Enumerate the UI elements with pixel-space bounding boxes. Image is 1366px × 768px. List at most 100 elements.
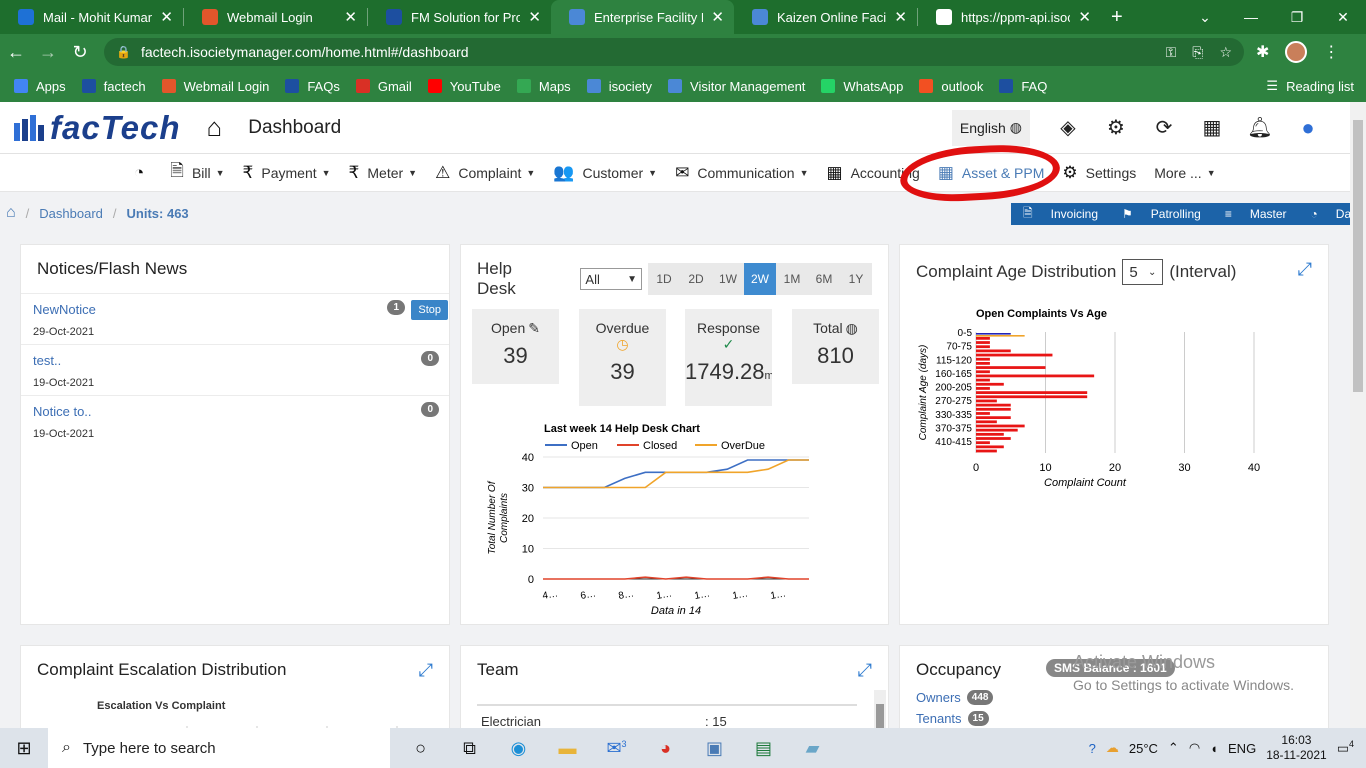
browser-tab[interactable]: Webmail Login ✕ bbox=[184, 0, 367, 34]
range-6m[interactable]: 6M bbox=[808, 263, 840, 295]
home-icon[interactable]: ⌂ bbox=[207, 112, 223, 143]
taskbar-search[interactable]: ⌕ Type here to search bbox=[48, 728, 390, 768]
windows-start-icon[interactable]: ⊞ bbox=[0, 738, 48, 759]
browser-tab[interactable]: FM Solution for Prope ✕ bbox=[368, 0, 551, 34]
lock-icon[interactable]: 🔒 bbox=[116, 45, 131, 59]
menu-item-payment[interactable]: ₹ Payment ▼ bbox=[243, 163, 331, 183]
reload-icon[interactable]: ↻ bbox=[64, 42, 96, 63]
page-scrollbar[interactable] bbox=[1350, 102, 1366, 728]
browser-menu-icon[interactable]: ⋮ bbox=[1323, 42, 1339, 62]
menu-item-meter[interactable]: ₹ Meter ▼ bbox=[349, 163, 418, 183]
helpdesk-filter-select[interactable]: All ▼ bbox=[580, 268, 642, 290]
bookmark-item[interactable]: Visitor Management bbox=[668, 79, 805, 94]
close-tab-icon[interactable]: ✕ bbox=[711, 8, 724, 26]
restore-button[interactable]: ❐ bbox=[1274, 0, 1320, 34]
translate-icon[interactable]: ⎘ bbox=[1192, 44, 1203, 61]
menu-item-more[interactable]: More ... ▼ bbox=[1154, 165, 1215, 181]
stat-total[interactable]: Total ◍ 810 bbox=[792, 309, 879, 384]
menu-item-settings[interactable]: ⚙ Settings bbox=[1062, 163, 1136, 183]
chevron-up-icon[interactable]: ⌃ bbox=[1168, 740, 1179, 756]
notice-item[interactable]: test.. 19-Oct-2021 0 bbox=[21, 344, 449, 395]
factech-logo[interactable]: facTech bbox=[14, 109, 181, 147]
close-tab-icon[interactable]: ✕ bbox=[160, 8, 173, 26]
browser-tab[interactable]: Kaizen Online Facility ✕ bbox=[734, 0, 917, 34]
interval-select[interactable]: 5 ⌄ bbox=[1122, 259, 1164, 285]
menu-item-complaint[interactable]: ⚠ Complaint ▼ bbox=[435, 163, 535, 183]
expand-icon[interactable]: ⤢ bbox=[858, 660, 872, 681]
clock[interactable]: 16:03 18-11-2021 bbox=[1266, 733, 1327, 763]
range-2d[interactable]: 2D bbox=[680, 263, 712, 295]
user-icon[interactable]: ● bbox=[1284, 115, 1332, 141]
tenants-link[interactable]: Tenants 15 bbox=[916, 711, 1328, 726]
notice-title[interactable]: NewNotice bbox=[33, 302, 437, 317]
close-tab-icon[interactable]: ✕ bbox=[894, 8, 907, 26]
range-1m[interactable]: 1M bbox=[776, 263, 808, 295]
bookmark-item[interactable]: FAQs bbox=[285, 79, 340, 94]
expand-icon[interactable]: ⤢ bbox=[419, 660, 433, 681]
volume-icon[interactable]: ◖ bbox=[1210, 741, 1218, 756]
network-icon[interactable]: ◠ bbox=[1189, 740, 1200, 756]
extensions-icon[interactable]: ✱ bbox=[1256, 42, 1269, 62]
browser-tab[interactable]: Mail - Mohit Kumar Ja ✕ bbox=[0, 0, 183, 34]
bookmark-item[interactable]: Apps bbox=[14, 79, 66, 94]
url-input[interactable]: 🔒 factech.isocietymanager.com/home.html#… bbox=[104, 38, 1244, 66]
range-1d[interactable]: 1D bbox=[648, 263, 680, 295]
quick-link-invoicing[interactable]: 🗎 Invoicing bbox=[1011, 204, 1110, 225]
bookmark-item[interactable]: Maps bbox=[516, 79, 571, 94]
range-1w[interactable]: 1W bbox=[712, 263, 744, 295]
ticket-icon[interactable]: ◈ bbox=[1044, 115, 1092, 140]
help-icon[interactable]: ? bbox=[1089, 741, 1096, 756]
quick-link-patrolling[interactable]: ⚑ Patrolling bbox=[1110, 207, 1213, 221]
key-icon[interactable]: ⚿ bbox=[1166, 44, 1177, 61]
menu-item-bill[interactable]: 🗎 Bill ▼ bbox=[170, 158, 224, 187]
quick-link-master[interactable]: ≡ Master bbox=[1213, 207, 1299, 221]
bookmark-item[interactable]: factech bbox=[81, 79, 146, 94]
reading-list[interactable]: ☰ Reading list bbox=[1266, 78, 1354, 94]
notice-item[interactable]: Notice to.. 19-Oct-2021 0 bbox=[21, 395, 449, 446]
paint-icon[interactable]: ▣ bbox=[690, 738, 739, 759]
app-icon[interactable]: ▰ bbox=[788, 738, 837, 759]
language-selector[interactable]: English ◍ bbox=[951, 109, 1030, 146]
edge-icon[interactable]: ◉ bbox=[494, 738, 543, 759]
task-view-icon[interactable]: ⧉ bbox=[445, 738, 494, 759]
stop-button[interactable]: Stop bbox=[411, 300, 448, 320]
stat-overdue[interactable]: Overdue ◷ 39 bbox=[579, 309, 666, 406]
back-icon[interactable]: ← bbox=[0, 42, 32, 63]
breadcrumb-dashboard[interactable]: Dashboard bbox=[39, 206, 103, 221]
bookmark-item[interactable]: FAQ bbox=[999, 79, 1047, 94]
close-tab-icon[interactable]: ✕ bbox=[1078, 8, 1091, 26]
notice-title[interactable]: Notice to.. bbox=[33, 404, 437, 419]
browser-tab[interactable]: Enterprise Facility Mar ✕ bbox=[551, 0, 734, 34]
close-window-button[interactable]: ✕ bbox=[1320, 0, 1366, 34]
stat-response[interactable]: Response✓ 1749.28mi bbox=[685, 309, 772, 406]
bookmark-item[interactable]: WhatsApp bbox=[821, 79, 903, 94]
star-icon[interactable]: ☆ bbox=[1219, 44, 1232, 61]
excel-icon[interactable]: ▤ bbox=[739, 738, 788, 759]
apps-grid-icon[interactable]: ▦ bbox=[1188, 115, 1236, 140]
refresh-icon[interactable]: ⟳ bbox=[1140, 115, 1188, 140]
new-tab-icon[interactable]: + bbox=[1111, 6, 1123, 29]
file-explorer-icon[interactable]: ▬ bbox=[543, 738, 592, 759]
browser-tab[interactable]: https://ppm-api.isocie ✕ bbox=[918, 0, 1101, 34]
forward-icon[interactable]: → bbox=[32, 42, 64, 63]
chrome-icon[interactable]: ◕ bbox=[641, 738, 690, 759]
tab-search-icon[interactable]: ⌄ bbox=[1182, 0, 1228, 34]
bookmark-item[interactable]: outlook bbox=[919, 79, 983, 94]
dashboard-speedometer-icon[interactable]: ◔ bbox=[134, 163, 152, 183]
minimize-button[interactable]: — bbox=[1228, 0, 1274, 34]
bookmark-item[interactable]: YouTube bbox=[427, 79, 501, 94]
cortana-icon[interactable]: ○ bbox=[396, 738, 445, 759]
stat-open[interactable]: Open ✎ 39 bbox=[472, 309, 559, 384]
notifications-icon[interactable]: ▭4 bbox=[1337, 739, 1354, 756]
profile-avatar[interactable] bbox=[1285, 41, 1308, 63]
menu-item-communication[interactable]: ✉ Communication ▼ bbox=[675, 163, 808, 183]
notice-item[interactable]: NewNotice 29-Oct-2021 1 Stop bbox=[21, 293, 449, 344]
bookmark-item[interactable]: Webmail Login bbox=[161, 79, 269, 94]
mail-icon[interactable]: ✉3 bbox=[592, 738, 641, 759]
gear-icon[interactable]: ⚙ bbox=[1092, 115, 1140, 140]
bookmark-item[interactable]: Gmail bbox=[355, 79, 412, 94]
bell-icon[interactable]: 🔔︎ bbox=[1236, 115, 1284, 140]
language-indicator[interactable]: ENG bbox=[1228, 741, 1256, 756]
close-tab-icon[interactable]: ✕ bbox=[344, 8, 357, 26]
menu-item-customer[interactable]: 👥 Customer ▼ bbox=[553, 163, 657, 183]
